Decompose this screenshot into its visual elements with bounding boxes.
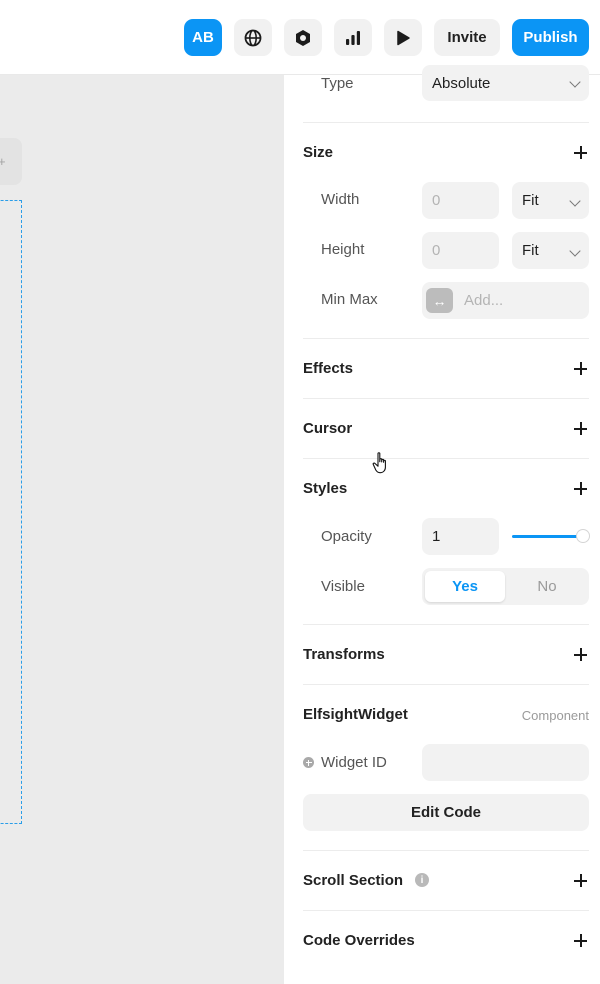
height-label: Height <box>321 241 365 258</box>
transforms-section-header[interactable]: Transforms <box>303 645 589 665</box>
divider <box>303 398 589 399</box>
plugins-button[interactable] <box>284 19 322 56</box>
code-overrides-section-header[interactable]: Code Overrides <box>303 931 589 951</box>
invite-button[interactable]: Invite <box>434 19 500 56</box>
type-label: Type <box>321 75 354 92</box>
visible-no-option[interactable]: No <box>508 571 586 602</box>
opacity-slider-track[interactable] <box>512 535 584 538</box>
plus-icon[interactable] <box>574 362 587 375</box>
plus-icon[interactable] <box>574 422 587 435</box>
add-circle-icon[interactable] <box>303 757 314 768</box>
scroll-section-header[interactable]: Scroll Section i <box>303 871 589 891</box>
height-mode-value: Fit <box>522 242 539 259</box>
design-canvas[interactable]: + <box>0 75 284 984</box>
user-avatar-button[interactable]: AB <box>184 19 222 56</box>
divider <box>303 458 589 459</box>
divider <box>303 338 589 339</box>
publish-button[interactable]: Publish <box>512 19 589 56</box>
height-mode-select[interactable]: Fit <box>512 232 589 269</box>
selected-frame-outline[interactable] <box>0 200 22 824</box>
width-label: Width <box>321 191 360 208</box>
minmax-label: Min Max <box>321 291 378 308</box>
widget-id-label: Widget ID <box>321 754 387 771</box>
plus-icon[interactable] <box>574 934 587 947</box>
top-toolbar: AB Invite Publish <box>0 0 600 75</box>
divider <box>303 122 589 123</box>
position-type-value: Absolute <box>432 74 491 92</box>
size-section-header[interactable]: Size <box>303 143 589 163</box>
properties-panel: Type Absolute Size Width 0 Fit Height 0 … <box>284 65 600 984</box>
divider <box>303 910 589 911</box>
size-title: Size <box>303 144 334 161</box>
styles-section-header[interactable]: Styles <box>303 479 589 499</box>
visible-label: Visible <box>321 578 365 595</box>
width-mode-value: Fit <box>522 192 539 209</box>
plus-icon[interactable] <box>574 648 587 661</box>
code-overrides-title: Code Overrides <box>303 932 415 949</box>
cursor-title: Cursor <box>303 420 353 437</box>
globe-icon <box>244 29 262 46</box>
visible-yes-option[interactable]: Yes <box>425 571 505 602</box>
opacity-value: 1 <box>432 528 441 545</box>
play-icon <box>397 30 410 45</box>
canvas-frame-tab[interactable]: + <box>0 138 22 185</box>
chevron-down-icon <box>569 245 581 257</box>
opacity-label: Opacity <box>321 528 372 545</box>
chevron-down-icon <box>569 76 581 88</box>
effects-section-header[interactable]: Effects <box>303 359 589 379</box>
scroll-section-title: Scroll Section <box>303 872 404 889</box>
resize-arrows-icon: ↔ <box>426 288 453 313</box>
divider <box>303 684 589 685</box>
visible-toggle: Yes No <box>422 568 589 605</box>
width-input[interactable]: 0 <box>422 182 499 219</box>
width-value: 0 <box>432 192 441 209</box>
component-badge: Component <box>521 708 589 723</box>
widget-id-input[interactable] <box>422 744 589 781</box>
plus-icon[interactable] <box>574 874 587 887</box>
analytics-button[interactable] <box>334 19 372 56</box>
divider <box>303 850 589 851</box>
component-title: ElfsightWidget <box>303 706 408 723</box>
width-mode-select[interactable]: Fit <box>512 182 589 219</box>
plus-icon[interactable] <box>574 482 587 495</box>
globe-button[interactable] <box>234 19 272 56</box>
info-icon[interactable]: i <box>415 873 429 887</box>
opacity-slider-thumb[interactable] <box>577 530 589 542</box>
plus-icon[interactable] <box>574 146 587 159</box>
hexagon-icon <box>296 29 310 46</box>
chevron-down-icon <box>569 195 581 207</box>
height-value: 0 <box>432 242 441 259</box>
edit-code-button[interactable]: Edit Code <box>303 794 589 831</box>
height-input[interactable]: 0 <box>422 232 499 269</box>
minmax-placeholder: Add... <box>464 292 504 309</box>
effects-title: Effects <box>303 360 354 377</box>
cursor-section-header[interactable]: Cursor <box>303 419 589 439</box>
preview-button[interactable] <box>384 19 422 56</box>
position-type-select[interactable]: Absolute <box>422 65 589 101</box>
divider <box>303 624 589 625</box>
styles-title: Styles <box>303 480 348 497</box>
add-icon: + <box>0 154 6 169</box>
transforms-title: Transforms <box>303 646 385 663</box>
hand-cursor-icon <box>372 452 386 474</box>
component-section-header: ElfsightWidget Component <box>303 705 589 725</box>
opacity-input[interactable]: 1 <box>422 518 499 555</box>
bar-chart-icon <box>346 30 360 45</box>
minmax-input[interactable]: ↔ Add... <box>422 282 589 319</box>
